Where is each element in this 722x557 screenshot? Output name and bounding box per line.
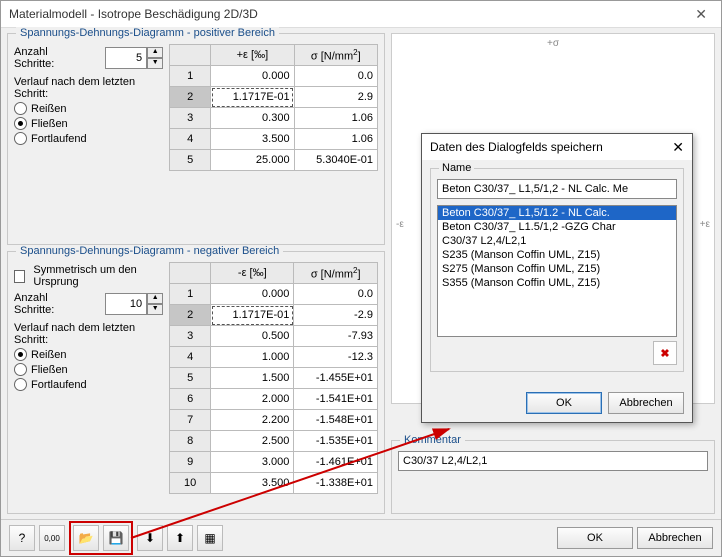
radio-reissen-pos[interactable]: Reißen bbox=[14, 102, 163, 115]
window-title: Materialmodell - Isotrope Beschädigung 2… bbox=[9, 7, 258, 21]
table-row[interactable]: 21.1717E-01-2.9 bbox=[170, 305, 378, 326]
radio-fliessen-neg[interactable]: Fließen bbox=[14, 363, 163, 376]
decimals-icon[interactable]: 0,00 bbox=[39, 525, 65, 551]
save-icon[interactable]: 💾 bbox=[103, 525, 129, 551]
col-eps-neg: -ε [‰] bbox=[211, 263, 294, 284]
kommentar-input[interactable] bbox=[398, 451, 708, 471]
titlebar: Materialmodell - Isotrope Beschädigung 2… bbox=[1, 1, 721, 28]
col-sigma-neg: σ [N/mm2] bbox=[294, 263, 378, 284]
chevron-up-icon[interactable]: ▲ bbox=[147, 47, 163, 58]
label-verlauf-neg: Verlauf nach dem letzten Schritt: bbox=[14, 322, 163, 346]
list-item[interactable]: Beton C30/37_ L1,5/1.2 - NL Calc. bbox=[438, 206, 676, 220]
table-row[interactable]: 10.0000.0 bbox=[170, 284, 378, 305]
import-icon[interactable]: ⬇ bbox=[137, 525, 163, 551]
table-row[interactable]: 93.000-1.461E+01 bbox=[170, 452, 378, 473]
steps-pos-spinner[interactable]: ▲▼ bbox=[105, 47, 163, 69]
dialog-cancel-button[interactable]: Abbrechen bbox=[608, 392, 684, 414]
table-positive[interactable]: +ε [‰]σ [N/mm2] 10.0000.021.1717E-012.93… bbox=[169, 44, 378, 171]
help-icon[interactable]: ? bbox=[9, 525, 35, 551]
group-kommentar: Kommentar bbox=[391, 440, 715, 514]
chevron-down-icon[interactable]: ▼ bbox=[147, 304, 163, 315]
group-positive: Spannungs-Dehnungs-Diagramm - positiver … bbox=[7, 33, 385, 245]
dialog-name-input[interactable] bbox=[437, 179, 677, 199]
table-row[interactable]: 525.0005.3040E-01 bbox=[170, 150, 378, 171]
button-bar: ? 0,00 📂 💾 ⬇ ⬆ ▦ OK Abbrechen bbox=[1, 519, 721, 556]
table-row[interactable]: 41.000-12.3 bbox=[170, 347, 378, 368]
delete-icon[interactable]: ✖ bbox=[653, 341, 677, 365]
radio-fortlaufend-pos[interactable]: Fortlaufend bbox=[14, 132, 163, 145]
list-item[interactable]: C30/37 L2,4/L2,1 bbox=[438, 234, 676, 248]
table-row[interactable]: 62.000-1.541E+01 bbox=[170, 389, 378, 410]
label-verlauf-pos: Verlauf nach dem letzten Schritt: bbox=[14, 76, 163, 100]
group-negative: Spannungs-Dehnungs-Diagramm - negativer … bbox=[7, 251, 385, 514]
steps-neg-spinner[interactable]: ▲▼ bbox=[105, 293, 163, 315]
save-dialog: Daten des Dialogfelds speichern ✕ Name B… bbox=[421, 133, 693, 423]
dialog-title: Daten des Dialogfelds speichern bbox=[430, 140, 603, 154]
col-eps-pos: +ε [‰] bbox=[211, 45, 294, 66]
table-row[interactable]: 51.500-1.455E+01 bbox=[170, 368, 378, 389]
list-item[interactable]: Beton C30/37_ L1.5/1,2 -GZG Char bbox=[438, 220, 676, 234]
table-row[interactable]: 10.0000.0 bbox=[170, 66, 378, 87]
table-row[interactable]: 43.5001.06 bbox=[170, 129, 378, 150]
table-negative[interactable]: -ε [‰]σ [N/mm2] 10.0000.021.1717E-01-2.9… bbox=[169, 262, 378, 494]
dialog-titlebar: Daten des Dialogfelds speichern ✕ bbox=[422, 134, 692, 160]
label-anzahl-schritte: Anzahl bbox=[14, 46, 54, 58]
group-negative-legend: Spannungs-Dehnungs-Diagramm - negativer … bbox=[16, 245, 283, 257]
calc-icon[interactable]: ▦ bbox=[197, 525, 223, 551]
table-row[interactable]: 30.500-7.93 bbox=[170, 326, 378, 347]
steps-neg-input[interactable] bbox=[105, 293, 147, 315]
dialog-close-icon[interactable]: ✕ bbox=[672, 139, 684, 156]
dialog-name-group: Name Beton C30/37_ L1,5/1.2 - NL Calc.Be… bbox=[430, 168, 684, 372]
radio-reissen-neg[interactable]: Reißen bbox=[14, 348, 163, 361]
radio-fortlaufend-neg[interactable]: Fortlaufend bbox=[14, 378, 163, 391]
table-row[interactable]: 30.3001.06 bbox=[170, 108, 378, 129]
steps-pos-input[interactable] bbox=[105, 47, 147, 69]
group-positive-legend: Spannungs-Dehnungs-Diagramm - positiver … bbox=[16, 27, 279, 39]
table-row[interactable]: 21.1717E-012.9 bbox=[170, 87, 378, 108]
dialog-name-list[interactable]: Beton C30/37_ L1,5/1.2 - NL Calc.Beton C… bbox=[437, 205, 677, 337]
dialog-ok-button[interactable]: OK bbox=[526, 392, 602, 414]
export-icon[interactable]: ⬆ bbox=[167, 525, 193, 551]
table-row[interactable]: 82.500-1.535E+01 bbox=[170, 431, 378, 452]
kommentar-legend: Kommentar bbox=[400, 434, 465, 446]
close-icon[interactable]: ✕ bbox=[689, 6, 713, 23]
chevron-down-icon[interactable]: ▼ bbox=[147, 58, 163, 69]
main-window: Materialmodell - Isotrope Beschädigung 2… bbox=[0, 0, 722, 557]
radio-fliessen-pos[interactable]: Fließen bbox=[14, 117, 163, 130]
list-item[interactable]: S355 (Manson Coffin UML, Z15) bbox=[438, 276, 676, 290]
list-item[interactable]: S275 (Manson Coffin UML, Z15) bbox=[438, 262, 676, 276]
checkbox-symmetrisch[interactable]: Symmetrisch um den Ursprung bbox=[14, 264, 163, 288]
list-item[interactable]: S235 (Manson Coffin UML, Z15) bbox=[438, 248, 676, 262]
table-row[interactable]: 103.500-1.338E+01 bbox=[170, 473, 378, 494]
table-row[interactable]: 72.200-1.548E+01 bbox=[170, 410, 378, 431]
cancel-button[interactable]: Abbrechen bbox=[637, 527, 713, 549]
ok-button[interactable]: OK bbox=[557, 527, 633, 549]
col-sigma-pos: σ [N/mm2] bbox=[294, 45, 377, 66]
chevron-up-icon[interactable]: ▲ bbox=[147, 293, 163, 304]
open-icon[interactable]: 📂 bbox=[73, 525, 99, 551]
